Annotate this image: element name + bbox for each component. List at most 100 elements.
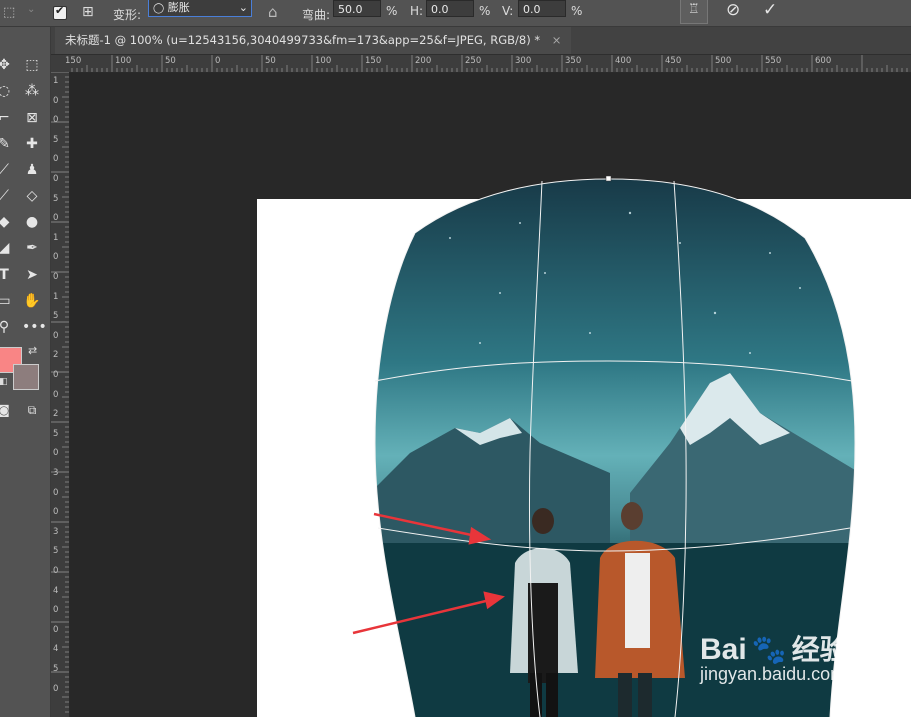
lasso-icon[interactable]: ◌	[0, 81, 14, 101]
screen-mode-icon[interactable]: ⧉	[22, 400, 42, 420]
ruler-label: 550	[765, 56, 782, 66]
blur-icon[interactable]: ●	[22, 212, 42, 232]
quick-mask-icon[interactable]: ◙	[0, 400, 14, 420]
ruler-label: 5	[53, 134, 59, 145]
warped-image-layer[interactable]	[70, 73, 911, 717]
crop-icon[interactable]: ⌐	[0, 108, 14, 128]
ruler-label: 0	[53, 448, 59, 459]
paw-logo-icon: 🐾	[751, 633, 787, 666]
ruler-label: 3	[53, 468, 59, 478]
ruler-label: 200	[415, 56, 432, 66]
ruler-label: 350	[565, 56, 582, 66]
ruler-label: 450	[665, 56, 682, 66]
warp-orientation-icon[interactable]: ⌂	[268, 3, 278, 21]
ruler-label: 500	[715, 56, 732, 66]
chevron-down-icon: ⌄	[238, 1, 248, 14]
zoom-icon[interactable]: ⚲	[0, 317, 14, 337]
default-colors-icon[interactable]: ◧	[0, 377, 8, 387]
h-distortion-input[interactable]: 0.0	[426, 0, 474, 17]
warp-shape-icon: ◯	[153, 3, 165, 14]
ruler-label: 100	[115, 56, 132, 66]
ruler-label: 600	[815, 56, 832, 66]
canvas-area[interactable]: Bai 🐾 经验 jingyan.baidu.com	[70, 73, 911, 717]
gradient-icon[interactable]: ◆	[0, 212, 14, 232]
transform-origin-icon[interactable]: ⬚	[3, 5, 15, 20]
horizontal-ruler-ticks	[71, 55, 908, 72]
reference-point-icon[interactable]: ⊞	[82, 4, 94, 20]
v-percent: %	[571, 4, 583, 18]
baidu-brand-text: Bai	[700, 633, 747, 666]
dropdown-arrow-icon[interactable]: ⌄	[27, 4, 35, 15]
ruler-label: 0	[53, 174, 59, 184]
bend-input[interactable]: 50.0	[333, 0, 381, 17]
warp-style-select[interactable]: ◯ 膨胀 ⌄	[148, 0, 252, 17]
healing-brush-icon[interactable]: ✚	[22, 134, 42, 154]
eyedropper-icon[interactable]: ✎	[0, 134, 14, 154]
swap-colors-icon[interactable]: ⇄	[28, 344, 37, 357]
ruler-label: 0	[53, 566, 59, 576]
bend-percent: %	[386, 4, 398, 18]
magic-wand-icon[interactable]: ⁂	[22, 81, 42, 101]
ruler-label: 150	[365, 56, 382, 66]
eraser-icon[interactable]: ◇	[22, 186, 42, 206]
type-icon[interactable]: T	[0, 265, 14, 285]
reference-point-checkbox[interactable]: ✔	[53, 4, 67, 20]
path-selection-icon[interactable]: ➤	[22, 265, 42, 285]
ruler-label: 3	[53, 526, 59, 537]
ruler-label: 0	[53, 507, 59, 518]
ruler-label: 2	[53, 350, 59, 361]
ruler-label: 0	[53, 487, 59, 498]
check-icon[interactable]: ✓	[763, 0, 777, 20]
ruler-label: 150	[65, 56, 82, 66]
hand-icon[interactable]: ✋	[22, 291, 42, 311]
ruler-label: 0	[53, 683, 59, 694]
background-color-swatch[interactable]	[13, 364, 39, 390]
pen-icon[interactable]: ✒	[22, 238, 42, 258]
ruler-label: 0	[53, 605, 59, 616]
puppet-warp-button[interactable]: ♖	[680, 0, 708, 24]
frame-icon[interactable]: ⊠	[22, 108, 42, 128]
warp-style-value: 膨胀	[167, 1, 190, 14]
vertical-ruler: 1 0 0 5 0 0 5 0 1 0 0 1 5 0 2 0 0 2 5 0 3 0 0 3 5 0 4 0 0 4 5 0	[51, 72, 70, 717]
ruler-label: 5	[53, 664, 59, 674]
dodge-icon[interactable]: ◢	[0, 238, 14, 258]
ruler-label: 0	[53, 624, 59, 635]
ruler-label: 5	[53, 546, 59, 557]
ruler-label: 2	[53, 409, 59, 420]
ruler-label: 0	[53, 213, 59, 224]
baidu-watermark: Bai 🐾 经验 jingyan.baidu.com	[700, 628, 848, 685]
v-distortion-input[interactable]: 0.0	[518, 0, 566, 17]
ruler-label: 0	[53, 330, 59, 341]
ruler-label: 300	[515, 56, 532, 66]
rectangle-icon[interactable]: ▭	[0, 291, 14, 311]
document-title: 未标题-1 @ 100% (u=12543156,3040499733&fm=1…	[65, 33, 541, 47]
ruler-label: 1	[53, 232, 59, 243]
move-icon[interactable]: ✥	[0, 55, 14, 75]
document-tab[interactable]: 未标题-1 @ 100% (u=12543156,3040499733&fm=1…	[55, 27, 572, 54]
brush-icon[interactable]: ⟋	[0, 160, 14, 180]
stamp-icon[interactable]: ♟	[22, 160, 42, 180]
ruler-label: 1	[53, 291, 59, 302]
cancel-icon[interactable]: ⊘	[726, 0, 740, 20]
ruler-label: 5	[53, 193, 59, 204]
ruler-label: 250	[465, 56, 482, 66]
ruler-label: 0	[53, 272, 59, 282]
ruler-label: 0	[53, 115, 59, 126]
ruler-label: 5	[53, 311, 59, 322]
close-icon[interactable]: ×	[552, 33, 562, 47]
more-tools-icon[interactable]: •••	[22, 317, 47, 337]
ruler-label: 0	[53, 370, 59, 380]
warp-handle[interactable]	[605, 175, 612, 182]
ruler-label: 400	[615, 56, 632, 66]
warp-mode-icon: ♖	[688, 2, 700, 17]
marquee-icon[interactable]: ⬚	[22, 55, 42, 75]
options-bar: ⬚ ⌄ ✔ ⊞ 变形: ◯ 膨胀 ⌄ ⌂ 弯曲: 50.0 % H: 0.0 %…	[0, 0, 911, 27]
history-brush-icon[interactable]: ⟋	[0, 186, 14, 206]
ruler-label: 0	[215, 56, 221, 66]
ruler-label: 0	[53, 95, 59, 106]
document-tab-bar: 未标题-1 @ 100% (u=12543156,3040499733&fm=1…	[51, 27, 911, 55]
ruler-label: 1	[53, 76, 59, 86]
transform-label: 变形:	[113, 8, 142, 22]
ruler-label: 4	[53, 644, 59, 655]
h-label: H:	[410, 4, 424, 18]
